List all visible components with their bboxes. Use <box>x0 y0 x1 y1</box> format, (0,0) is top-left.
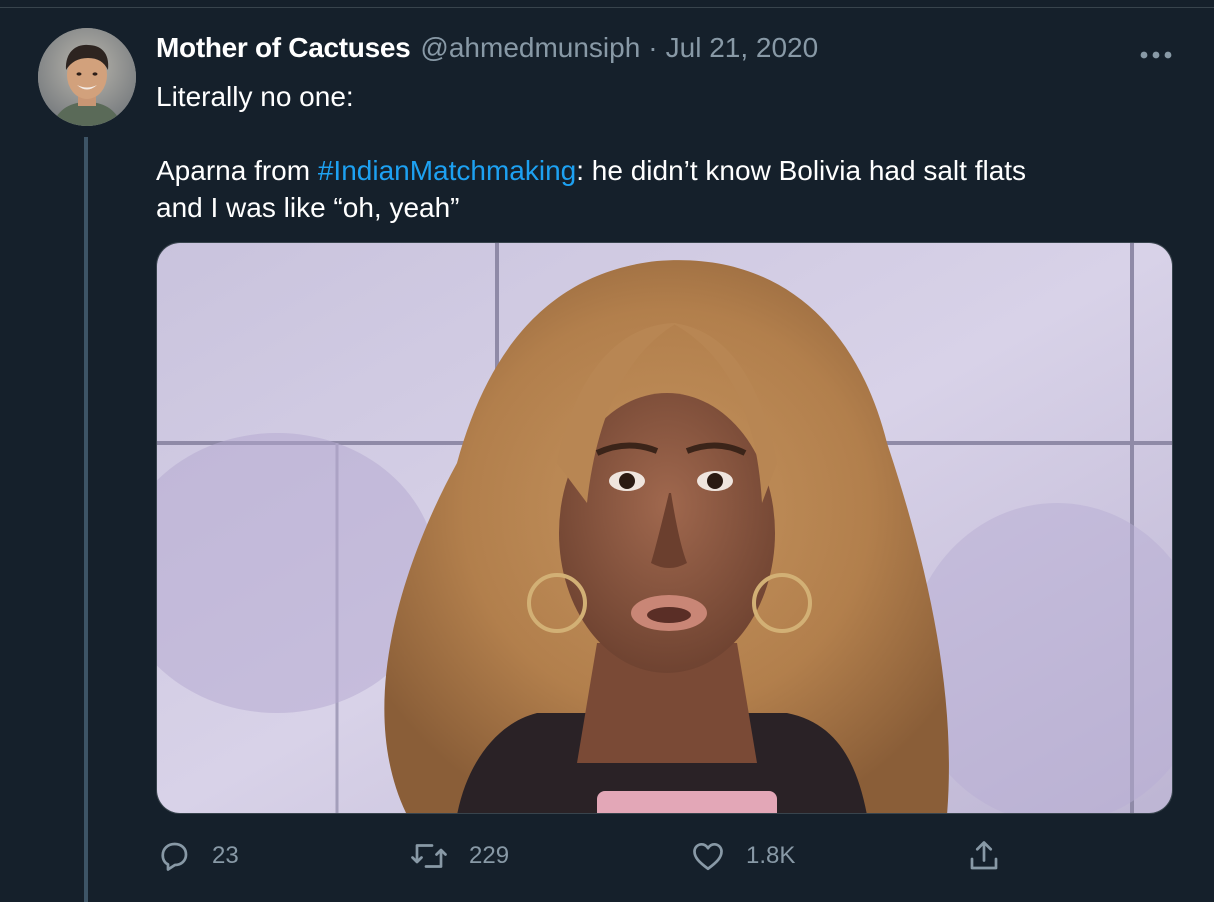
tweet-actions: 23 229 1.8K <box>156 836 1173 876</box>
thread-line <box>84 137 88 902</box>
tweet-text-line: and I was like “oh, yeah” <box>156 192 460 223</box>
avatar[interactable] <box>38 28 136 126</box>
tweet-media[interactable] <box>156 242 1173 814</box>
tweet-text-line: Literally no one: <box>156 81 354 112</box>
tweet[interactable]: Mother of Cactuses @ahmedmunsiph · Jul 2… <box>0 8 1214 902</box>
like-button[interactable]: 1.8K <box>690 836 795 876</box>
like-count: 1.8K <box>746 842 796 869</box>
tweet-text-segment: : he didn’t know Bolivia had salt flats <box>576 155 1027 186</box>
hashtag-link[interactable]: #IndianMatchmaking <box>318 155 576 186</box>
media-image <box>157 243 1172 813</box>
author-display-name[interactable]: Mother of Cactuses <box>156 30 411 66</box>
header-separator: · <box>648 32 658 63</box>
reply-count: 23 <box>212 842 239 869</box>
retweet-count: 229 <box>469 842 510 869</box>
retweet-icon <box>411 844 447 868</box>
more-button[interactable] <box>1136 40 1176 70</box>
tweet-date[interactable]: Jul 21, 2020 <box>666 30 819 66</box>
tweet-text-segment: Aparna from <box>156 155 318 186</box>
tweet-header: Mother of Cactuses @ahmedmunsiph · Jul 2… <box>156 30 818 66</box>
share-button[interactable] <box>966 836 1002 876</box>
tweet-text: Literally no one: Aparna from #IndianMat… <box>156 78 1166 226</box>
share-icon <box>970 841 998 870</box>
reply-icon <box>161 842 188 871</box>
avatar-image <box>38 28 136 126</box>
retweet-button[interactable]: 229 <box>409 836 509 876</box>
heart-icon <box>693 842 723 871</box>
author-handle[interactable]: @ahmedmunsiph <box>420 30 640 66</box>
more-horizontal-icon <box>1140 51 1172 59</box>
avatar-column <box>38 28 136 126</box>
divider <box>0 0 1214 8</box>
tweet-text-line: Aparna from #IndianMatchmaking: he didn’… <box>156 152 1166 189</box>
tweet-page: Mother of Cactuses @ahmedmunsiph · Jul 2… <box>0 0 1214 902</box>
reply-button[interactable]: 23 <box>156 836 239 876</box>
